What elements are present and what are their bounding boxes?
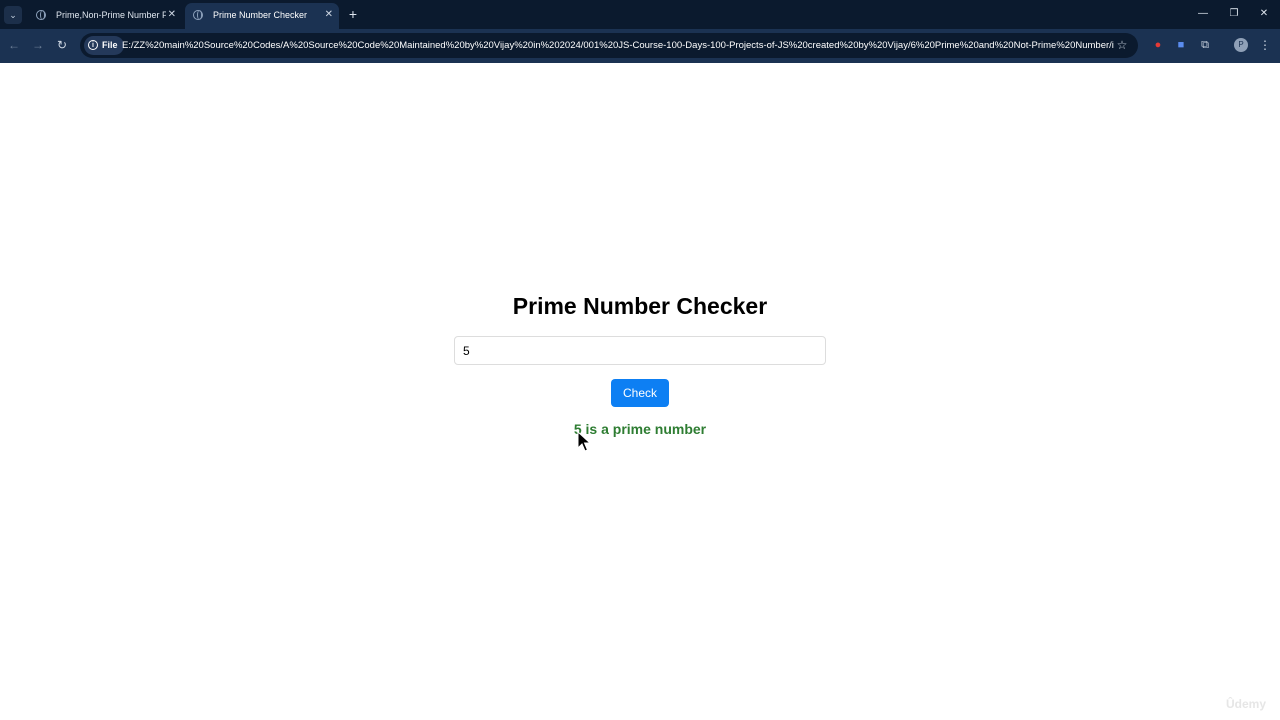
globe-icon	[36, 10, 46, 20]
new-tab-icon[interactable]: +	[346, 5, 360, 23]
info-icon: i	[88, 40, 98, 50]
tab-prime-non-prime[interactable]: Prime,Non-Prime Number Proj ✕	[28, 3, 182, 29]
extensions-puzzle-icon[interactable]: ⧉	[1198, 37, 1212, 53]
site-info-chip[interactable]: i File	[84, 36, 124, 55]
page-content: Prime Number Checker Check 5 is a prime …	[0, 63, 1280, 720]
restore-icon[interactable]: ❐	[1226, 6, 1242, 22]
scheme-label: File	[102, 40, 118, 50]
tab-prime-number-checker[interactable]: Prime Number Checker ✕	[185, 3, 339, 29]
mouse-cursor-icon	[577, 431, 591, 452]
more-menu-icon[interactable]: ⋮	[1259, 37, 1271, 53]
translate-extension-icon[interactable]: ■	[1174, 37, 1188, 53]
tab-title: Prime,Non-Prime Number Proj	[56, 10, 166, 20]
result-message: 5 is a prime number	[573, 421, 707, 437]
close-icon[interactable]: ✕	[168, 3, 176, 27]
back-icon[interactable]: ←	[6, 37, 22, 53]
globe-icon	[193, 10, 203, 20]
number-input[interactable]	[454, 336, 826, 365]
extension-red-icon[interactable]: ●	[1151, 37, 1165, 53]
check-button[interactable]: Check	[611, 379, 669, 407]
browser-toolbar: ← → ↻ i File E:/ZZ%20main%20Source%20Cod…	[0, 29, 1280, 63]
forward-icon[interactable]: →	[30, 37, 46, 53]
tab-search-icon[interactable]: ⌄	[4, 6, 22, 24]
close-icon[interactable]: ✕	[325, 3, 333, 27]
close-window-icon[interactable]: ✕	[1256, 6, 1272, 22]
tab-strip: ⌄ Prime,Non-Prime Number Proj ✕ Prime Nu…	[0, 0, 1280, 29]
reload-icon[interactable]: ↻	[54, 37, 70, 53]
bookmark-star-icon[interactable]: ☆	[1114, 37, 1130, 53]
address-bar[interactable]: i File E:/ZZ%20main%20Source%20Codes/A%2…	[80, 33, 1138, 58]
profile-avatar[interactable]: P	[1234, 38, 1248, 52]
watermark: Ûdemy	[1226, 697, 1267, 711]
minimize-icon[interactable]: —	[1195, 6, 1211, 22]
url-text[interactable]: E:/ZZ%20main%20Source%20Codes/A%20Source…	[122, 33, 1114, 58]
page-title: Prime Number Checker	[512, 293, 768, 319]
tab-title: Prime Number Checker	[213, 10, 308, 20]
